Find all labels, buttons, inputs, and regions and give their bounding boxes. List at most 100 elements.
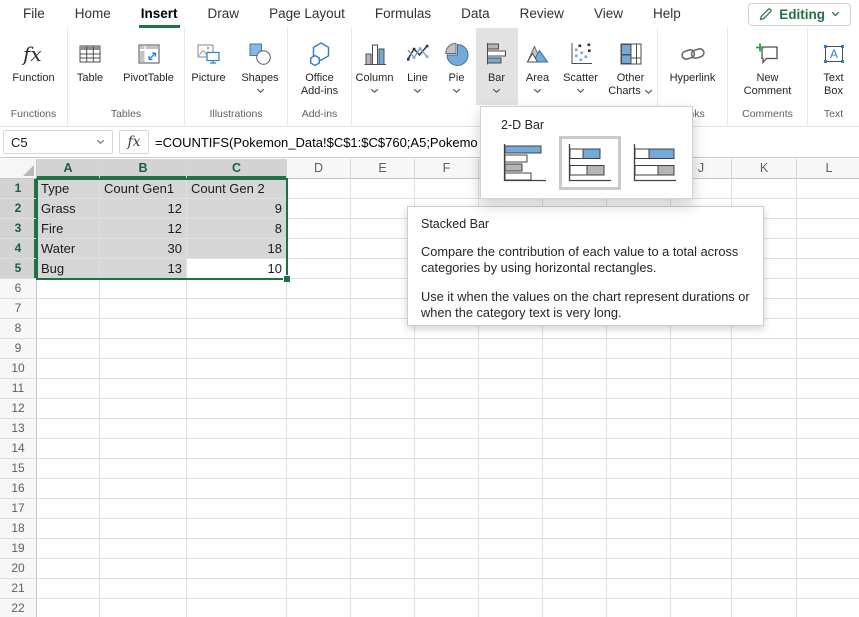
- cell-B7[interactable]: [100, 299, 187, 319]
- cell-A18[interactable]: [37, 519, 100, 539]
- row-header-10[interactable]: 10: [0, 359, 37, 379]
- cell-L4[interactable]: [797, 239, 859, 259]
- cell-C1[interactable]: Count Gen 2: [187, 179, 287, 199]
- cell-L11[interactable]: [797, 379, 859, 399]
- cell-I21[interactable]: [607, 579, 671, 599]
- cell-J16[interactable]: [671, 479, 732, 499]
- cell-H19[interactable]: [543, 539, 607, 559]
- cell-K18[interactable]: [732, 519, 797, 539]
- cell-G18[interactable]: [479, 519, 543, 539]
- cell-L17[interactable]: [797, 499, 859, 519]
- cell-H11[interactable]: [543, 379, 607, 399]
- line-chart-button[interactable]: Line: [398, 28, 438, 105]
- row-header-13[interactable]: 13: [0, 419, 37, 439]
- cell-F14[interactable]: [415, 439, 479, 459]
- row-header-2[interactable]: 2: [0, 199, 37, 219]
- cell-C9[interactable]: [187, 339, 287, 359]
- cell-B10[interactable]: [100, 359, 187, 379]
- cell-C10[interactable]: [187, 359, 287, 379]
- cell-C6[interactable]: [187, 279, 287, 299]
- cell-H18[interactable]: [543, 519, 607, 539]
- cell-E22[interactable]: [351, 599, 415, 617]
- cell-E12[interactable]: [351, 399, 415, 419]
- cell-D1[interactable]: [287, 179, 351, 199]
- cell-A7[interactable]: [37, 299, 100, 319]
- cell-E10[interactable]: [351, 359, 415, 379]
- cell-D13[interactable]: [287, 419, 351, 439]
- cell-I12[interactable]: [607, 399, 671, 419]
- column-header-D[interactable]: D: [287, 159, 351, 179]
- row-header-7[interactable]: 7: [0, 299, 37, 319]
- cell-K19[interactable]: [732, 539, 797, 559]
- cell-D2[interactable]: [287, 199, 351, 219]
- cell-B4[interactable]: 30: [100, 239, 187, 259]
- cell-H16[interactable]: [543, 479, 607, 499]
- cell-E6[interactable]: [351, 279, 415, 299]
- cell-C17[interactable]: [187, 499, 287, 519]
- cell-B5[interactable]: 13: [100, 259, 187, 279]
- cell-A1[interactable]: Type: [37, 179, 100, 199]
- cell-I14[interactable]: [607, 439, 671, 459]
- cell-E13[interactable]: [351, 419, 415, 439]
- cell-F13[interactable]: [415, 419, 479, 439]
- cell-D9[interactable]: [287, 339, 351, 359]
- cell-B20[interactable]: [100, 559, 187, 579]
- cell-A2[interactable]: Grass: [37, 199, 100, 219]
- cell-E3[interactable]: [351, 219, 415, 239]
- cell-I15[interactable]: [607, 459, 671, 479]
- cell-F11[interactable]: [415, 379, 479, 399]
- cell-L9[interactable]: [797, 339, 859, 359]
- cell-E2[interactable]: [351, 199, 415, 219]
- cell-A5[interactable]: Bug: [37, 259, 100, 279]
- area-chart-button[interactable]: Area: [518, 28, 558, 105]
- cell-J17[interactable]: [671, 499, 732, 519]
- cell-B13[interactable]: [100, 419, 187, 439]
- cell-J13[interactable]: [671, 419, 732, 439]
- cell-A16[interactable]: [37, 479, 100, 499]
- cell-F18[interactable]: [415, 519, 479, 539]
- cell-E14[interactable]: [351, 439, 415, 459]
- tab-view[interactable]: View: [579, 0, 638, 28]
- cell-D6[interactable]: [287, 279, 351, 299]
- cell-H10[interactable]: [543, 359, 607, 379]
- cell-B12[interactable]: [100, 399, 187, 419]
- cell-K16[interactable]: [732, 479, 797, 499]
- row-header-14[interactable]: 14: [0, 439, 37, 459]
- cell-I16[interactable]: [607, 479, 671, 499]
- cell-F22[interactable]: [415, 599, 479, 617]
- new-comment-button[interactable]: New Comment: [728, 28, 808, 105]
- row-header-15[interactable]: 15: [0, 459, 37, 479]
- row-header-12[interactable]: 12: [0, 399, 37, 419]
- scatter-chart-button[interactable]: Scatter: [558, 28, 604, 105]
- cell-L1[interactable]: [797, 179, 859, 199]
- cell-I18[interactable]: [607, 519, 671, 539]
- cell-J21[interactable]: [671, 579, 732, 599]
- cell-D22[interactable]: [287, 599, 351, 617]
- cell-C22[interactable]: [187, 599, 287, 617]
- column-header-K[interactable]: K: [732, 159, 797, 179]
- row-header-16[interactable]: 16: [0, 479, 37, 499]
- cell-A12[interactable]: [37, 399, 100, 419]
- cell-H21[interactable]: [543, 579, 607, 599]
- cell-L14[interactable]: [797, 439, 859, 459]
- cell-C21[interactable]: [187, 579, 287, 599]
- cell-J19[interactable]: [671, 539, 732, 559]
- cell-C20[interactable]: [187, 559, 287, 579]
- cell-D3[interactable]: [287, 219, 351, 239]
- cell-C2[interactable]: 9: [187, 199, 287, 219]
- cell-D18[interactable]: [287, 519, 351, 539]
- cell-E15[interactable]: [351, 459, 415, 479]
- cell-E16[interactable]: [351, 479, 415, 499]
- cell-H15[interactable]: [543, 459, 607, 479]
- cell-L22[interactable]: [797, 599, 859, 617]
- cell-B16[interactable]: [100, 479, 187, 499]
- cell-B19[interactable]: [100, 539, 187, 559]
- editing-mode-button[interactable]: Editing: [748, 3, 851, 26]
- cell-B17[interactable]: [100, 499, 187, 519]
- cell-C16[interactable]: [187, 479, 287, 499]
- cell-D20[interactable]: [287, 559, 351, 579]
- cell-B8[interactable]: [100, 319, 187, 339]
- cell-C5[interactable]: 10: [187, 259, 287, 279]
- stacked-bar-chart-icon[interactable]: [559, 136, 621, 190]
- cell-G16[interactable]: [479, 479, 543, 499]
